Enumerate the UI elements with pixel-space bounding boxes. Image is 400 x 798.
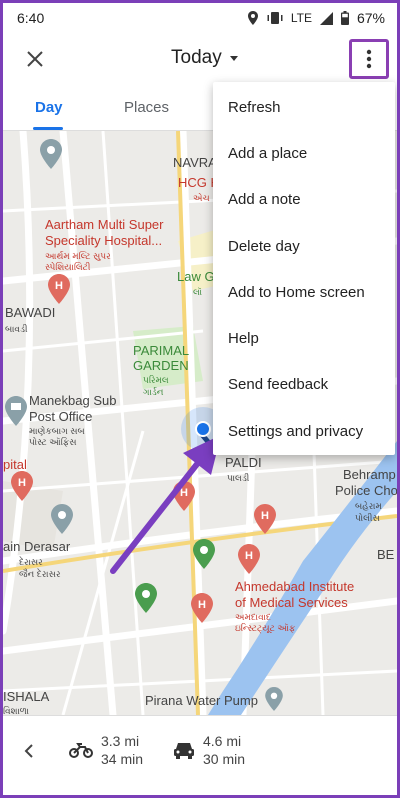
dropdown-arrow-icon [229, 55, 238, 61]
map-label: pital [3, 457, 27, 472]
hospital-marker-icon[interactable]: H [48, 274, 70, 304]
car-icon [174, 743, 194, 759]
battery-percent: 67% [356, 10, 385, 26]
menu-item-add-to-home[interactable]: Add to Home screen [213, 269, 395, 315]
map-label: of Medical Services [235, 595, 348, 610]
trip-summary-bar: 3.3 mi 34 min 4.6 mi 30 min [3, 715, 397, 795]
map-label: Police Chov [335, 483, 397, 498]
map-label: બહેરામ [355, 501, 382, 511]
menu-item-add-note[interactable]: Add a note [213, 177, 395, 223]
map-label: સ્પેશિયાલિટી [45, 262, 91, 272]
map-label: આર્થમ મલ્ટિ સુપર [45, 251, 111, 261]
hospital-marker-icon[interactable]: H [254, 504, 276, 534]
map-label: Aartham Multi Super [45, 217, 164, 232]
map-label: માણેકબાગ સબ [29, 426, 85, 436]
hospital-marker-icon[interactable]: H [238, 544, 260, 574]
svg-text:H: H [18, 477, 26, 489]
svg-text:H: H [198, 599, 206, 611]
close-button[interactable] [21, 45, 49, 73]
map-label: ઇન્સ્ટિટ્યૂટ ઑફ [235, 623, 296, 633]
menu-item-settings-privacy[interactable]: Settings and privacy [213, 408, 395, 454]
trip-distance: 4.6 mi [203, 733, 242, 749]
trip-duration: 30 min [203, 751, 246, 767]
map-label: બાવડી [5, 324, 28, 334]
svg-text:H: H [55, 280, 63, 292]
map-label: Speciality Hospital... [45, 233, 163, 248]
map-label: PARIMAL [133, 343, 190, 358]
network-label: LTE [290, 11, 312, 25]
map-label: પોસ્ટ ઑફિસ [29, 437, 77, 447]
place-marker-icon[interactable] [265, 687, 283, 711]
map-label: જૈન દેરાસર [19, 569, 61, 579]
trip-motorcycle[interactable]: 3.3 mi 34 min [69, 732, 143, 768]
status-bar: 6:40 LTE 67% [3, 3, 397, 33]
map-label: GARDEN [133, 358, 189, 373]
map-label: BE [377, 547, 395, 562]
location-icon [247, 11, 259, 25]
map-label: Manekbag Sub [29, 393, 117, 408]
map-label: Law G [177, 269, 215, 284]
map-label: પોલીસ [355, 513, 380, 523]
battery-icon [340, 11, 349, 25]
menu-item-refresh[interactable]: Refresh [213, 84, 395, 130]
previous-button[interactable] [17, 740, 39, 762]
map-label: Pirana Water Pump [145, 693, 258, 708]
svg-text:H: H [245, 550, 253, 562]
map-label: ISHALA [3, 689, 50, 704]
place-marker-icon[interactable] [135, 583, 157, 613]
status-time: 6:40 [17, 10, 45, 26]
map-label: Post Office [29, 409, 93, 424]
map-label: પરિમલ [143, 375, 169, 385]
chevron-left-icon [24, 744, 33, 758]
date-selector[interactable]: Today [171, 47, 238, 69]
tab-indicator [33, 127, 63, 130]
map-label: લૉ [193, 287, 203, 297]
map-label: એચ [193, 193, 210, 203]
signal-icon [319, 11, 333, 25]
map-label: BAWADI [5, 305, 56, 320]
map-label: Behramp [343, 467, 396, 482]
date-label: Today [171, 47, 222, 68]
trip-duration: 34 min [101, 751, 144, 767]
hospital-marker-icon[interactable]: H [11, 471, 33, 501]
map-label: વિશાળા [3, 706, 30, 715]
map-label: NAVRA [173, 155, 217, 170]
place-marker-icon[interactable] [40, 139, 62, 169]
tab-places[interactable]: Places [124, 99, 169, 116]
overflow-menu: Refresh Add a place Add a note Delete da… [213, 82, 395, 455]
menu-item-send-feedback[interactable]: Send feedback [213, 362, 395, 408]
place-marker-icon[interactable] [51, 504, 73, 534]
more-vert-icon [366, 49, 372, 69]
close-icon [27, 51, 43, 67]
menu-item-help[interactable]: Help [213, 315, 395, 361]
status-icons: LTE 67% [247, 10, 385, 26]
screen: 6:40 LTE 67% Today Day Places H H H H H … [3, 3, 397, 795]
map-label: Ahmedabad Institute [235, 579, 355, 594]
app-bar: Today [3, 33, 397, 85]
map-label: ગાર્ડન [143, 387, 164, 397]
hospital-marker-icon[interactable]: H [191, 593, 213, 623]
svg-text:H: H [261, 510, 269, 522]
menu-item-delete-day[interactable]: Delete day [213, 223, 395, 269]
map-label: ain Derasar [3, 539, 71, 554]
post-office-marker-icon[interactable] [5, 396, 27, 426]
trip-distance: 3.3 mi [101, 733, 140, 749]
map-label: અમદાવાદ [235, 612, 271, 622]
trip-car[interactable]: 4.6 mi 30 min [173, 732, 245, 768]
vibrate-icon [267, 11, 283, 25]
motorcycle-icon [69, 743, 93, 758]
map-label: દેરાસર [19, 557, 43, 567]
tab-day[interactable]: Day [35, 99, 63, 116]
menu-item-add-place[interactable]: Add a place [213, 130, 395, 176]
more-options-button[interactable] [349, 39, 389, 79]
